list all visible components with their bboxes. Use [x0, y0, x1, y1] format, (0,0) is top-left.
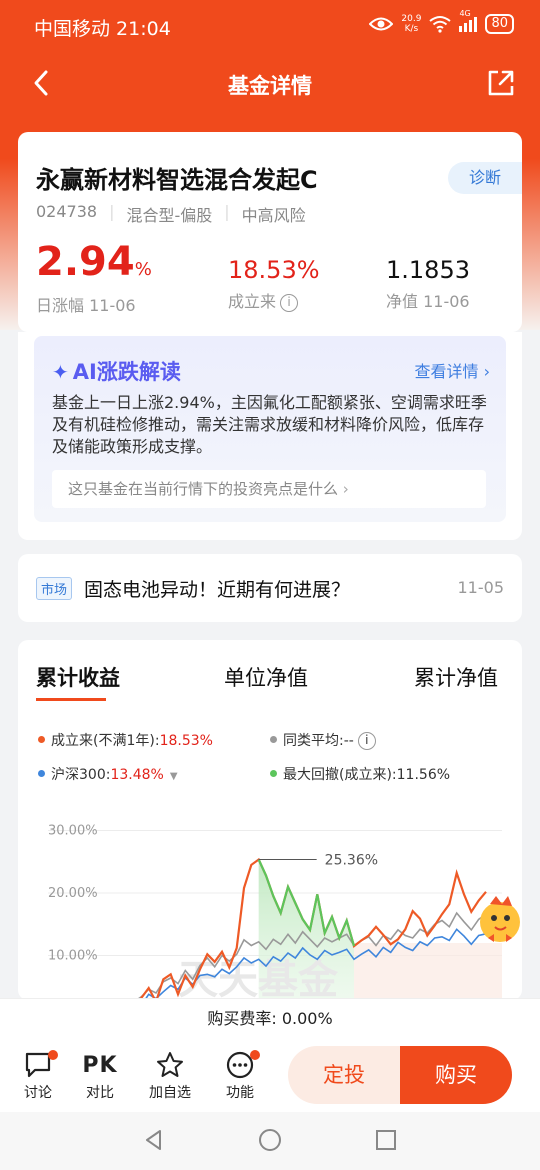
share-icon[interactable] — [486, 68, 516, 98]
tab-unit-nav[interactable]: 单位净值 — [224, 662, 308, 692]
notification-dot — [48, 1050, 58, 1060]
functions-button[interactable]: 功能 — [212, 1048, 268, 1102]
status-icons: 20.9 K/s 4G 80 — [369, 9, 514, 34]
chart-tabs: 累计收益 单位净值 累计净值 — [18, 662, 522, 702]
carrier-time: 中国移动 21:04 — [34, 18, 171, 40]
network-speed: 20.9 K/s — [401, 14, 422, 34]
daily-change-unit: % — [134, 259, 152, 280]
status-bar: 中国移动 21:04 20.9 K/s 4G 80 — [0, 0, 540, 52]
star-icon — [157, 1052, 183, 1077]
sparkle-icon: ✦ — [52, 360, 69, 384]
ai-analysis-card: ✦ AI涨跌解读 查看详情 › 基金上一日上涨2.94%，主因氟化工配额紧张、空调… — [18, 332, 522, 540]
compare-button[interactable]: PK 对比 — [72, 1048, 128, 1102]
bottom-action-bar: 讨论 PK 对比 加自选 功能 定投 购买 — [0, 1040, 540, 1112]
top-nav: 基金详情 — [0, 52, 540, 116]
fund-name: 永赢新材料智选混合发起C — [36, 166, 318, 194]
y-tick-label: 10.00% — [48, 949, 98, 964]
purchase-fee: 购买费率: 0.00% — [0, 998, 540, 1040]
fund-summary-card: 永赢新材料智选混合发起C 诊断 024738 | 混合型-偏股 | 中高风险 2… — [18, 132, 522, 332]
since-inception-value: 18.53% — [228, 256, 320, 284]
ai-summary: 基金上一日上涨2.94%，主因氟化工配额紧张、空调需求旺季及有机硅检修推动，需关… — [52, 393, 487, 456]
news-tag: 市场 — [36, 577, 73, 600]
page-title: 基金详情 — [228, 74, 312, 98]
buy-button[interactable]: 购买 — [400, 1046, 512, 1104]
notification-dot — [250, 1050, 260, 1060]
daily-change-metric: 2.94% 日涨幅 11-06 — [36, 240, 152, 316]
info-icon[interactable]: i — [280, 294, 299, 312]
nav-recents-icon[interactable] — [374, 1128, 398, 1152]
wifi-icon — [429, 16, 452, 33]
news-item[interactable]: 市场 固态电池异动！近期有何进展？ 11-05 — [18, 554, 522, 622]
fund-type: 混合型-偏股 — [126, 206, 213, 225]
y-tick-label: 30.00% — [48, 824, 98, 839]
return-chart[interactable]: 30.00%20.00%10.00% 天天基金25.36% — [18, 800, 522, 1000]
tab-cumulative-return[interactable]: 累计收益 — [36, 662, 120, 692]
auto-invest-button[interactable]: 定投 — [288, 1046, 400, 1104]
dropdown-caret-icon: ▼ — [169, 771, 178, 782]
ai-title: ✦ AI涨跌解读 — [52, 360, 181, 384]
nav-value: 1.1853 — [386, 256, 470, 284]
eye-icon — [369, 17, 394, 31]
discuss-button[interactable]: 讨论 — [10, 1048, 66, 1102]
fund-meta: 024738 | 混合型-偏股 | 中高风险 — [36, 202, 306, 225]
news-title: 固态电池异动！近期有何进展？ — [84, 579, 351, 601]
fund-code: 024738 — [36, 202, 98, 221]
tab-cumulative-nav[interactable]: 累计净值 — [414, 662, 498, 692]
daily-change-label: 日涨幅 11-06 — [36, 296, 136, 315]
diagnose-button[interactable]: 诊断 — [448, 162, 522, 194]
y-tick-label: 20.00% — [48, 886, 98, 901]
add-watchlist-button[interactable]: 加自选 — [142, 1048, 198, 1102]
battery-indicator: 80 — [485, 14, 514, 34]
view-details-link[interactable]: 查看详情 › — [414, 358, 490, 382]
legend-peer: 同类平均:-- i — [270, 730, 376, 750]
nav-home-icon[interactable] — [258, 1128, 282, 1152]
active-tab-indicator — [36, 698, 106, 701]
ai-panel: ✦ AI涨跌解读 查看详情 › 基金上一日上涨2.94%，主因氟化工配额紧张、空调… — [34, 336, 506, 522]
pk-icon: PK — [82, 1052, 118, 1078]
since-inception-label: 成立来 — [228, 292, 277, 311]
legend-index[interactable]: 沪深300:13.48% ▼ — [38, 764, 178, 784]
nav-metric: 1.1853 净值 11-06 — [386, 256, 470, 312]
performance-chart-card: 累计收益 单位净值 累计净值 成立来(不满1年):18.53% 同类平均:-- i… — [18, 640, 522, 1000]
info-icon[interactable]: i — [357, 732, 376, 750]
peak-label: 25.36% — [325, 853, 378, 869]
legend-drawdown: 最大回撤(成立来):11.56% — [270, 764, 450, 784]
mascot-icon[interactable] — [480, 896, 520, 942]
nav-label: 净值 11-06 — [386, 292, 470, 311]
ai-question-prompt[interactable]: 这只基金在当前行情下的投资亮点是什么 › — [52, 470, 486, 508]
cell-signal-icon: 4G — [459, 9, 478, 32]
chevron-right-icon: › — [342, 480, 349, 498]
nav-back-icon[interactable] — [142, 1128, 166, 1152]
since-inception-metric: 18.53% 成立来 i — [228, 256, 320, 312]
recovery-area — [354, 943, 502, 1000]
system-nav-bar — [0, 1112, 540, 1170]
legend-fund: 成立来(不满1年):18.53% — [38, 730, 213, 750]
fund-risk: 中高风险 — [241, 206, 306, 225]
daily-change-value: 2.94 — [36, 239, 135, 285]
news-date: 11-05 — [457, 578, 505, 597]
chevron-right-icon: › — [483, 362, 490, 381]
